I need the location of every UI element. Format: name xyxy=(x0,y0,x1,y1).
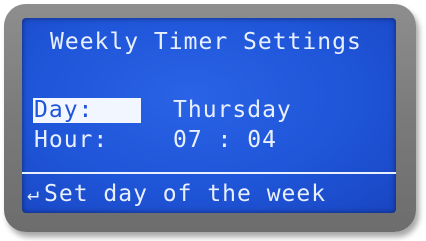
day-label-selected[interactable]: Day: xyxy=(33,98,142,123)
hour-label[interactable]: Hour: xyxy=(34,129,108,152)
hint-text: Set day of the week xyxy=(44,181,327,207)
lcd-screen: Weekly Timer Settings Day: Thursday Hour… xyxy=(22,18,396,213)
enter-icon: ↵ xyxy=(27,181,40,205)
day-value[interactable]: Thursday xyxy=(173,99,292,122)
screen-title: Weekly Timer Settings xyxy=(50,29,362,55)
hour-value[interactable]: 07 : 04 xyxy=(173,129,277,152)
status-divider xyxy=(22,172,396,174)
